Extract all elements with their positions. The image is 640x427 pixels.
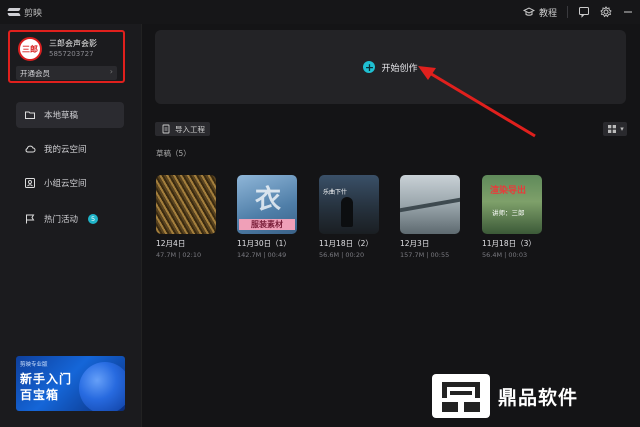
user-id: 5857203727 (49, 50, 94, 58)
import-file-icon (160, 123, 172, 135)
watermark-logo-icon (432, 374, 490, 418)
chevron-right-icon: › (109, 67, 113, 76)
beginner-promo-banner[interactable]: 剪映专业版 新手入门 百宝箱 (16, 356, 125, 411)
draft-card[interactable]: 衣 服装素材 11月30日（1） 142.7M | 00:49 (237, 175, 297, 259)
events-count-badge: 5 (88, 214, 99, 224)
draft-thumbnail[interactable]: 乐曲下什 (319, 175, 379, 234)
draft-title: 12月4日 (156, 239, 186, 248)
plus-icon: + (363, 60, 376, 74)
draft-card[interactable]: 乐曲下什 11月18日（2） 56.6M | 00:20 (319, 175, 379, 259)
draft-card[interactable]: 12月3日 157.7M | 00:55 (400, 175, 460, 259)
sidebar-item-label: 我的云空间 (44, 145, 87, 155)
draft-meta: 157.7M | 00:55 (400, 251, 450, 259)
settings-gear-icon[interactable] (600, 6, 612, 18)
folder-icon (24, 109, 36, 121)
draft-thumbnail[interactable] (400, 175, 460, 234)
promo-3d-shape (79, 362, 125, 411)
draft-thumbnail[interactable]: 衣 服装素材 (237, 175, 297, 234)
draft-title: 11月18日（2） (319, 239, 373, 248)
thumb-overlay-text: 渲染导出 (490, 186, 527, 196)
sidebar-item-hot-events[interactable]: 热门活动 5 (16, 206, 124, 232)
thumb-glyph: 衣 (255, 185, 282, 215)
sidebar-item-label: 小组云空间 (44, 179, 87, 189)
draft-card[interactable]: 渲染导出 讲师：三郎 11月18日（3） 56.4M | 00:03 (482, 175, 542, 259)
flag-icon (24, 213, 36, 225)
graduation-cap-icon (522, 6, 535, 18)
draft-title: 12月3日 (400, 239, 430, 248)
sidebar: 三郎 三郎会声会影 5857203727 开通会员 › 本地草稿 我的云空间 小 (0, 24, 142, 427)
open-vip-button[interactable]: 开通会员 › (16, 66, 117, 80)
thumb-overlay-text: 乐曲下什 (323, 189, 348, 196)
thumb-overlay-text: 服装素材 (239, 219, 295, 230)
app-logo: 剪映 (8, 6, 42, 19)
chevron-down-icon: ▾ (620, 125, 624, 133)
drafts-section-title: 草稿（5） (156, 149, 191, 158)
promo-brand: 剪映专业版 (20, 362, 48, 368)
avatar[interactable]: 三郎 (18, 37, 42, 61)
jianying-home: 剪映 教程 三郎 三郎会声会影 5857203727 开通会员 › 本地草稿 我… (0, 0, 640, 427)
promo-title-line1: 新手入门 (20, 372, 73, 386)
app-name: 剪映 (24, 8, 43, 19)
draft-thumbnail[interactable]: 渲染导出 讲师：三郎 (482, 175, 542, 234)
tutorial-button[interactable]: 教程 (522, 6, 557, 19)
user-profile-card[interactable]: 三郎 三郎会声会影 5857203727 开通会员 › (8, 30, 125, 83)
draft-meta: 56.6M | 00:20 (319, 251, 365, 259)
thumb-bridge (400, 197, 460, 213)
import-project-button[interactable]: 导入工程 (155, 122, 210, 136)
promo-title-line2: 百宝箱 (20, 388, 60, 402)
open-vip-label: 开通会员 (20, 68, 50, 78)
team-icon (24, 177, 36, 189)
thumb-person-silhouette (341, 197, 353, 227)
sidebar-item-local-drafts[interactable]: 本地草稿 (16, 102, 124, 128)
draft-meta: 47.7M | 02:10 (156, 251, 202, 259)
draft-meta: 56.4M | 00:03 (482, 251, 528, 259)
draft-card[interactable]: 12月4日 47.7M | 02:10 (156, 175, 216, 259)
sidebar-item-label: 本地草稿 (44, 111, 79, 121)
watermark: 鼎品软件 (432, 370, 622, 422)
titlebar-actions: 教程 (522, 0, 634, 24)
draft-meta: 142.7M | 00:49 (237, 251, 287, 259)
title-bar: 剪映 教程 (0, 0, 640, 24)
titlebar-divider (567, 6, 568, 18)
watermark-text: 鼎品软件 (498, 386, 579, 409)
app-logo-icon (8, 7, 20, 17)
feedback-icon[interactable] (578, 6, 590, 18)
tutorial-label: 教程 (538, 8, 557, 19)
cloud-icon (24, 143, 36, 155)
sidebar-item-my-cloud[interactable]: 我的云空间 (16, 136, 124, 162)
draft-title: 11月18日（3） (482, 239, 536, 248)
minimize-icon[interactable] (622, 6, 634, 18)
user-name: 三郎会声会影 (49, 39, 97, 48)
import-project-label: 导入工程 (175, 124, 205, 134)
main-area: + 开始创作 导入工程 ▾ 草稿（5） 12月4日 47.7M | 02:10 … (142, 24, 640, 427)
view-mode-toggle[interactable]: ▾ (603, 122, 627, 136)
draft-thumbnail[interactable] (156, 175, 216, 234)
draft-title: 11月30日（1） (237, 239, 291, 248)
start-creation-button[interactable]: + 开始创作 (155, 30, 626, 104)
grid-view-icon (606, 123, 618, 135)
sidebar-item-label: 热门活动 (44, 215, 79, 225)
thumb-overlay-subtext: 讲师：三郎 (492, 209, 525, 217)
start-creation-label: 开始创作 (381, 63, 418, 74)
sidebar-item-team-cloud[interactable]: 小组云空间 (16, 170, 124, 196)
